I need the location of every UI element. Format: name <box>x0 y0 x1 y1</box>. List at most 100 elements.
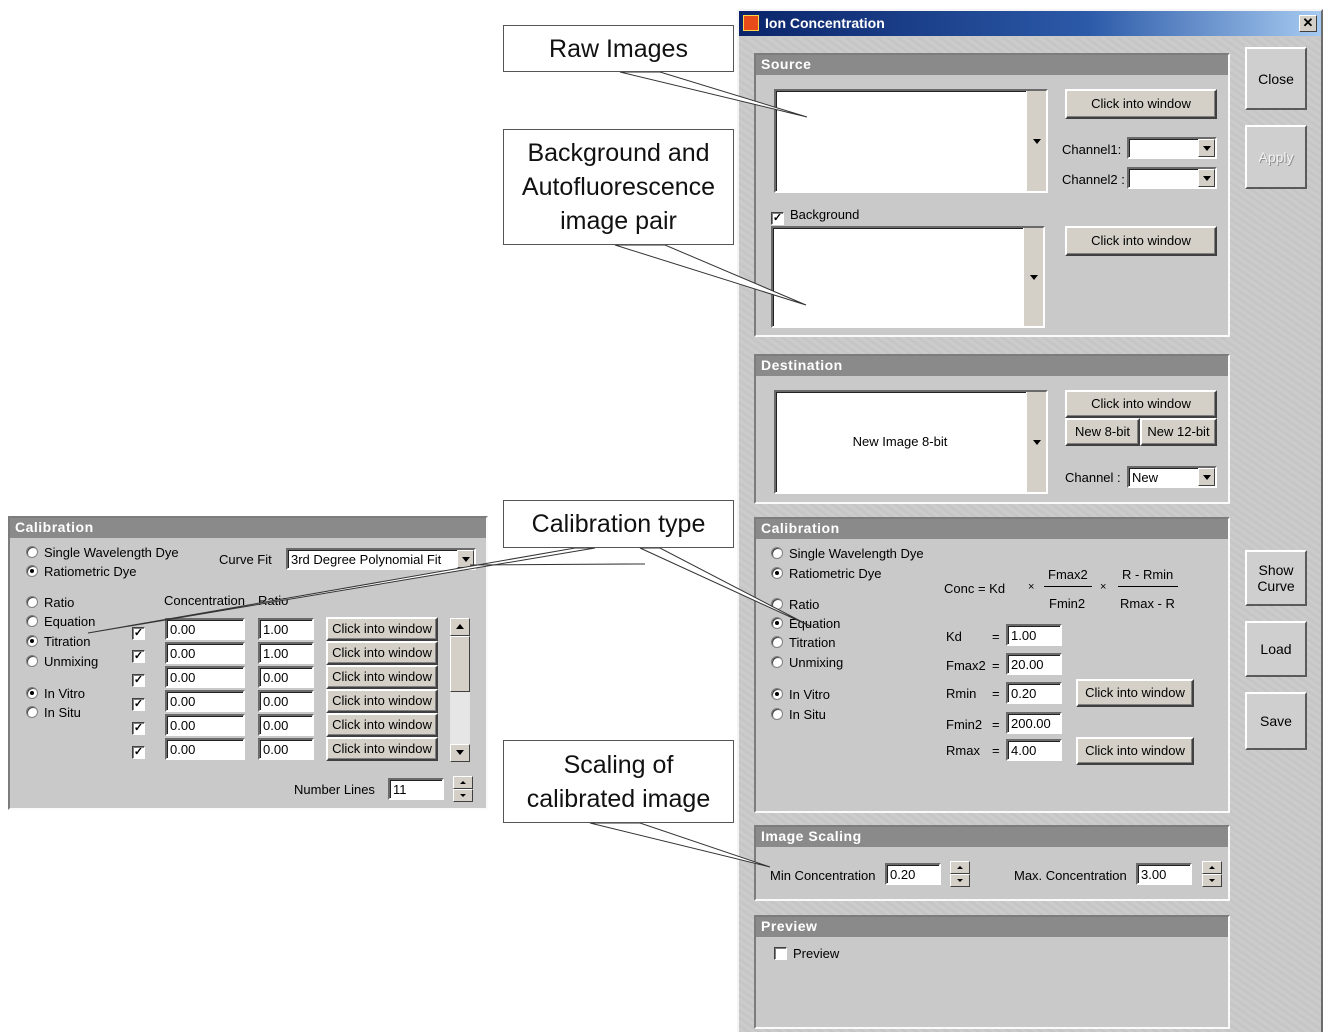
background-checkbox[interactable]: ✓ Background <box>771 207 859 225</box>
show-curve-button[interactable]: Show Curve <box>1245 550 1307 606</box>
max-concentration-spinner[interactable] <box>1202 861 1222 887</box>
row-ratio-input[interactable]: 0.00 <box>258 690 314 712</box>
checkbox-box[interactable] <box>774 947 787 960</box>
save-button[interactable]: Save <box>1245 692 1307 750</box>
preview-checkbox[interactable]: Preview <box>774 946 839 961</box>
formula-times-2: × <box>1100 581 1107 593</box>
image-scaling-group: Image Scaling Min Concentration 0.20 Max… <box>754 825 1230 901</box>
row-checkbox[interactable]: ✓ <box>132 669 151 687</box>
channel2-select[interactable] <box>1127 167 1217 189</box>
row-concentration-input[interactable]: 0.00 <box>165 690 245 712</box>
chevron-down-icon[interactable] <box>1198 169 1215 187</box>
background-click-into-window-button[interactable]: Click into window <box>1065 226 1217 256</box>
window-close-button[interactable]: ✕ <box>1299 15 1317 32</box>
max-concentration-input[interactable]: 3.00 <box>1136 863 1192 885</box>
rmin-equals: = <box>992 686 1000 701</box>
chevron-down-icon[interactable] <box>1198 139 1215 157</box>
row-concentration-input[interactable]: 0.00 <box>165 642 245 664</box>
new-8bit-button[interactable]: New 8-bit <box>1065 418 1140 446</box>
titration-scrollbar[interactable] <box>450 618 470 762</box>
new-12bit-button[interactable]: New 12-bit <box>1140 418 1217 446</box>
radio-ratiometric[interactable]: Ratiometric Dye <box>771 566 881 581</box>
row-click-into-window-button[interactable]: Click into window <box>326 617 438 641</box>
title-bar[interactable]: Ion Concentration ✕ <box>739 11 1321 36</box>
chevron-down-icon[interactable] <box>1026 392 1046 492</box>
destination-channel-select[interactable]: New <box>1127 466 1217 488</box>
radio-unmixing[interactable]: Unmixing <box>771 655 843 670</box>
titration-radio-titration[interactable]: Titration <box>26 634 90 649</box>
row-checkbox[interactable]: ✓ <box>132 622 151 640</box>
raw-images-listbox[interactable] <box>774 89 1048 193</box>
row-checkbox[interactable]: ✓ <box>132 717 151 735</box>
rmin-label: Rmin <box>946 686 977 701</box>
row-ratio-input[interactable]: 1.00 <box>258 642 314 664</box>
radio-in-situ[interactable]: In Situ <box>771 707 826 722</box>
destination-click-into-window-button[interactable]: Click into window <box>1065 390 1217 418</box>
row-concentration-input[interactable]: 0.00 <box>165 714 245 736</box>
titration-radio-single-wavelength[interactable]: Single Wavelength Dye <box>26 545 179 560</box>
chevron-down-icon[interactable] <box>1026 91 1046 191</box>
kd-input[interactable]: 1.00 <box>1006 624 1062 646</box>
chevron-down-icon[interactable] <box>1198 468 1215 486</box>
checkbox-box[interactable]: ✓ <box>771 212 784 225</box>
dialog-client-area: Source Click into window Channel1: Chann… <box>739 38 1321 1032</box>
row-ratio-input[interactable]: 0.00 <box>258 714 314 736</box>
rmax-input[interactable]: 4.00 <box>1006 739 1062 761</box>
fmin2-input[interactable]: 200.00 <box>1006 712 1062 734</box>
channel1-label: Channel1: <box>1062 142 1122 157</box>
channel2-label: Channel2 : <box>1062 172 1125 187</box>
chevron-down-icon[interactable] <box>457 550 474 568</box>
row-checkbox[interactable]: ✓ <box>132 645 151 663</box>
chevron-down-icon[interactable] <box>1023 228 1043 326</box>
rmax-click-into-window-button[interactable]: Click into window <box>1076 737 1194 765</box>
row-click-into-window-button[interactable]: Click into window <box>326 641 438 665</box>
radio-in-vitro[interactable]: In Vitro <box>771 687 830 702</box>
fraction-bar-2 <box>1118 586 1178 587</box>
destination-listbox[interactable]: New Image 8-bit <box>774 390 1048 494</box>
titration-radio-in-situ[interactable]: In Situ <box>26 705 81 720</box>
app-icon <box>743 15 759 31</box>
source-click-into-window-button[interactable]: Click into window <box>1065 89 1217 119</box>
background-listbox[interactable] <box>771 226 1045 328</box>
titration-radio-ratiometric[interactable]: Ratiometric Dye <box>26 564 136 579</box>
titration-radio-ratio[interactable]: Ratio <box>26 595 74 610</box>
rmin-click-into-window-button[interactable]: Click into window <box>1076 679 1194 707</box>
row-concentration-input[interactable]: 0.00 <box>165 618 245 640</box>
radio-single-wavelength[interactable]: Single Wavelength Dye <box>771 546 924 561</box>
apply-button[interactable]: Apply <box>1245 125 1307 189</box>
row-click-into-window-button[interactable]: Click into window <box>326 737 438 761</box>
titration-radio-unmixing[interactable]: Unmixing <box>26 654 98 669</box>
row-concentration-input[interactable]: 0.00 <box>165 666 245 688</box>
row-ratio-input[interactable]: 0.00 <box>258 666 314 688</box>
titration-calibration-panel: Calibration Single Wavelength Dye Ratiom… <box>8 516 488 810</box>
load-button[interactable]: Load <box>1245 621 1307 677</box>
fmax2-input[interactable]: 20.00 <box>1006 653 1062 675</box>
curve-fit-select[interactable]: 3rd Degree Polynomial Fit <box>286 548 476 570</box>
radio-equation[interactable]: Equation <box>771 616 840 631</box>
row-ratio-input[interactable]: 0.00 <box>258 738 314 760</box>
source-header: Source <box>756 55 1228 75</box>
row-concentration-input[interactable]: 0.00 <box>165 738 245 760</box>
titration-radio-equation[interactable]: Equation <box>26 614 95 629</box>
row-click-into-window-button[interactable]: Click into window <box>326 713 438 737</box>
number-lines-input[interactable]: 11 <box>388 778 444 800</box>
close-button[interactable]: Close <box>1245 47 1307 110</box>
scroll-down-icon[interactable] <box>450 744 470 762</box>
row-click-into-window-button[interactable]: Click into window <box>326 689 438 713</box>
row-click-into-window-button[interactable]: Click into window <box>326 665 438 689</box>
row-ratio-input[interactable]: 1.00 <box>258 618 314 640</box>
titration-radio-in-vitro[interactable]: In Vitro <box>26 686 85 701</box>
rmin-input[interactable]: 0.20 <box>1006 682 1062 704</box>
number-lines-spinner[interactable] <box>453 776 473 802</box>
radio-titration[interactable]: Titration <box>771 635 835 650</box>
min-concentration-spinner[interactable] <box>950 861 970 887</box>
channel1-select[interactable] <box>1127 137 1217 159</box>
scroll-thumb[interactable] <box>450 636 470 692</box>
ratio-column-header: Ratio <box>258 593 288 608</box>
row-checkbox[interactable]: ✓ <box>132 693 151 711</box>
destination-image-name: New Image 8-bit <box>852 434 948 449</box>
scroll-up-icon[interactable] <box>450 618 470 636</box>
row-checkbox[interactable]: ✓ <box>132 741 151 759</box>
radio-ratio[interactable]: Ratio <box>771 597 819 612</box>
min-concentration-input[interactable]: 0.20 <box>885 863 941 885</box>
